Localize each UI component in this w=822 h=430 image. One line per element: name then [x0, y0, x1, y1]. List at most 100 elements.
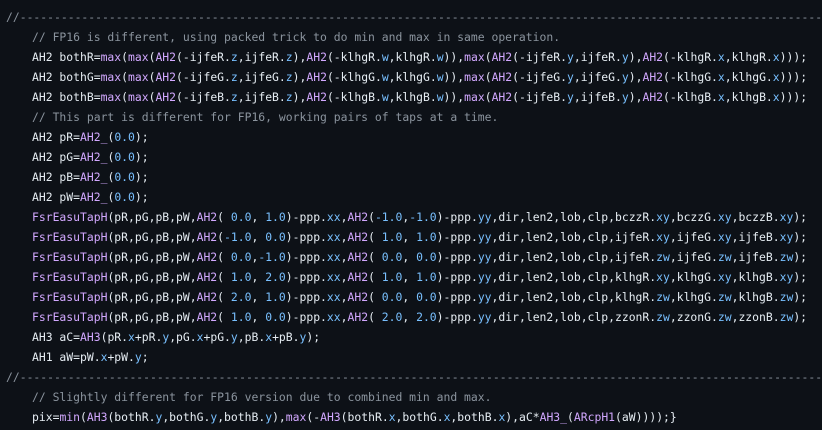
keyword-token: AH2	[347, 290, 369, 304]
number-token: -1.0	[258, 250, 286, 264]
keyword-token: AH2_	[80, 170, 108, 184]
number-token: xy	[717, 270, 732, 284]
comment-text: //--------------------------------------…	[6, 10, 822, 24]
number-token: xy	[717, 210, 732, 224]
code-token: (-ijfeG.	[512, 70, 568, 84]
code-token: (	[121, 70, 129, 84]
keyword-token: AH2	[347, 210, 369, 224]
code-token: (pR,pG,pB,pW,	[107, 210, 197, 224]
code-line: AH2 pR=AH2_(0.0);	[0, 127, 822, 147]
number-token: yy	[477, 210, 492, 224]
number-token: yy	[477, 310, 492, 324]
code-token: )-ppp.	[436, 290, 478, 304]
number-token: z	[285, 90, 293, 104]
code-token: ,ijfeR.	[237, 50, 286, 64]
number-token: 0.0	[114, 190, 135, 204]
number-token: xx	[326, 310, 341, 324]
code-line: AH2 pB=AH2_(0.0);	[0, 167, 822, 187]
number-token: 1.0	[230, 310, 252, 324]
keyword-token: max	[464, 90, 485, 104]
code-token: ),	[628, 50, 643, 64]
code-line: AH3 aC=AH3(pR.x+pR.y,pG.x+pG.y,pB.x+pB.y…	[0, 327, 822, 347]
code-token: ,	[340, 230, 348, 244]
code-token: (-klhgG.	[326, 70, 382, 84]
code-token: ))	[443, 90, 458, 104]
code-token: (-ijfeR.	[176, 50, 231, 64]
code-token: ,bczzB.	[731, 210, 780, 224]
code-token: ,klhgG.	[724, 70, 773, 84]
keyword-token: FsrEasuTapH	[32, 270, 108, 284]
number-token: yy	[477, 290, 492, 304]
code-token: AH1 aW=pW.	[32, 350, 101, 364]
code-token: ,klhgB.	[731, 270, 780, 284]
code-token: (bothR.	[340, 410, 389, 424]
keyword-token: max	[128, 90, 149, 104]
code-token: ,ijfeB.	[731, 230, 780, 244]
code-token: (	[121, 50, 129, 64]
code-token: ,	[402, 250, 417, 264]
number-token: xy	[779, 230, 794, 244]
keyword-token: AH2	[196, 270, 218, 284]
number-token: w	[436, 90, 444, 104]
keyword-token: AH2	[347, 270, 369, 284]
code-token: (-ijfeB.	[512, 90, 568, 104]
code-token: );	[134, 130, 149, 144]
number-token: x	[717, 70, 725, 84]
code-token: );	[793, 210, 808, 224]
code-token: ,klhgG.	[388, 70, 437, 84]
keyword-token: max	[100, 50, 122, 64]
code-token: )-ppp.	[436, 210, 478, 224]
code-token: ,ijfeR.	[573, 50, 622, 64]
number-token: z	[230, 90, 238, 104]
number-token: xx	[326, 230, 341, 244]
code-token: AH2 bothR=	[32, 50, 101, 64]
keyword-token: AH2	[347, 250, 369, 264]
keyword-token: AH2	[642, 70, 664, 84]
number-token: y	[621, 70, 629, 84]
keyword-token: FsrEasuTapH	[32, 230, 108, 244]
number-token: z	[285, 70, 293, 84]
code-line: AH1 aW=pW.x+pW.y;	[0, 347, 822, 367]
keyword-token: AH2	[306, 50, 327, 64]
code-viewer: //--------------------------------------…	[0, 0, 822, 430]
number-token: zw	[779, 250, 794, 264]
number-token: -1.0	[224, 230, 252, 244]
number-token: 1.0	[265, 210, 286, 224]
keyword-token: AH2	[306, 90, 327, 104]
code-token: (	[567, 410, 574, 424]
code-token: ,zzonB.	[731, 310, 780, 324]
code-token: (pR,pG,pB,pW,	[107, 270, 197, 284]
number-token: w	[381, 50, 389, 64]
keyword-token: max	[285, 410, 307, 424]
number-token: y	[567, 50, 574, 64]
number-token: x	[388, 410, 396, 424]
code-token: (	[368, 270, 382, 284]
code-token: (	[217, 270, 231, 284]
code-line: // FP16 is different, using packed trick…	[0, 27, 822, 47]
number-token: w	[381, 70, 389, 84]
code-token: (-ijfeB.	[176, 90, 231, 104]
number-token: y	[230, 330, 238, 344]
keyword-token: AH2	[155, 50, 177, 64]
code-token: ,	[340, 250, 348, 264]
code-token: )-ppp.	[285, 310, 327, 324]
code-line: // This part is different for FP16, work…	[0, 107, 822, 127]
code-token: (-klhgG.	[663, 70, 718, 84]
number-token: xx	[326, 210, 341, 224]
code-token: (	[484, 70, 492, 84]
code-line: FsrEasuTapH(pR,pG,pB,pW,AH2( 1.0, 2.0)-p…	[0, 267, 822, 287]
number-token: xy	[656, 230, 670, 244]
number-token: w	[436, 50, 444, 64]
number-token: 1.0	[265, 290, 286, 304]
code-token: ,klhgG.	[669, 270, 718, 284]
code-token: +pR.	[134, 330, 163, 344]
number-token: x	[717, 90, 725, 104]
code-token: ,bothB.	[450, 410, 499, 424]
number-token: 0.0	[416, 290, 437, 304]
keyword-token: min	[59, 410, 81, 424]
code-token: ),aC*	[505, 410, 540, 424]
code-token: ,	[251, 290, 266, 304]
number-token: xy	[779, 270, 794, 284]
number-token: x	[772, 90, 780, 104]
number-token: x	[772, 50, 780, 64]
